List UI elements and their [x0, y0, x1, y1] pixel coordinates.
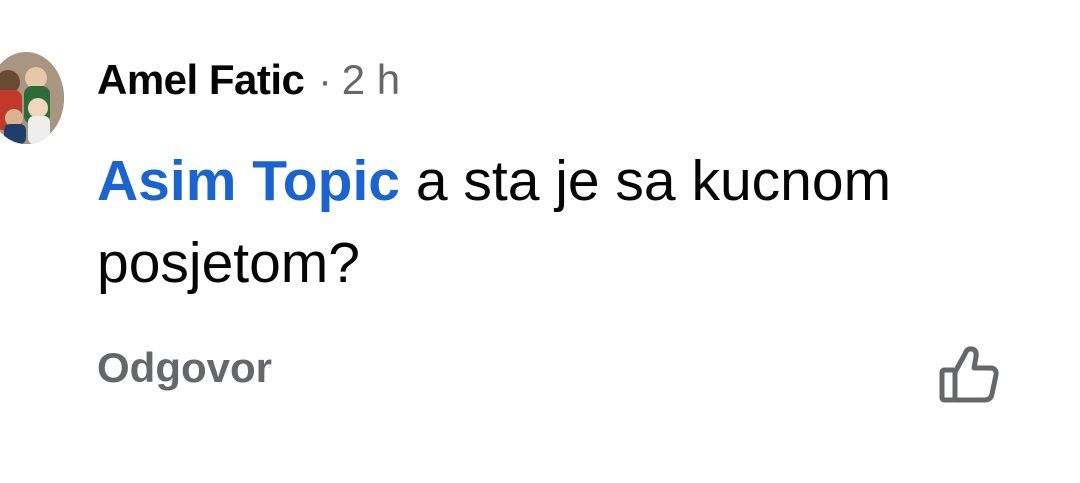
separator-dot: · [318, 59, 332, 103]
author-name[interactable]: Amel Fatic [97, 56, 305, 104]
like-button[interactable] [934, 340, 1004, 410]
comment-text: Asim Topic a sta je sa kucnom posjetom? [97, 140, 1057, 304]
comment-header: Amel Fatic · 2 h [97, 56, 400, 106]
avatar-photo [0, 52, 64, 144]
timestamp[interactable]: 2 h [342, 56, 400, 104]
avatar[interactable] [0, 52, 64, 144]
mention-link[interactable]: Asim Topic [97, 149, 400, 213]
reply-button[interactable]: Odgovor [97, 344, 272, 392]
thumbs-up-icon [939, 346, 999, 403]
comment: Amel Fatic · 2 h Asim Topic a sta je sa … [0, 0, 1080, 483]
